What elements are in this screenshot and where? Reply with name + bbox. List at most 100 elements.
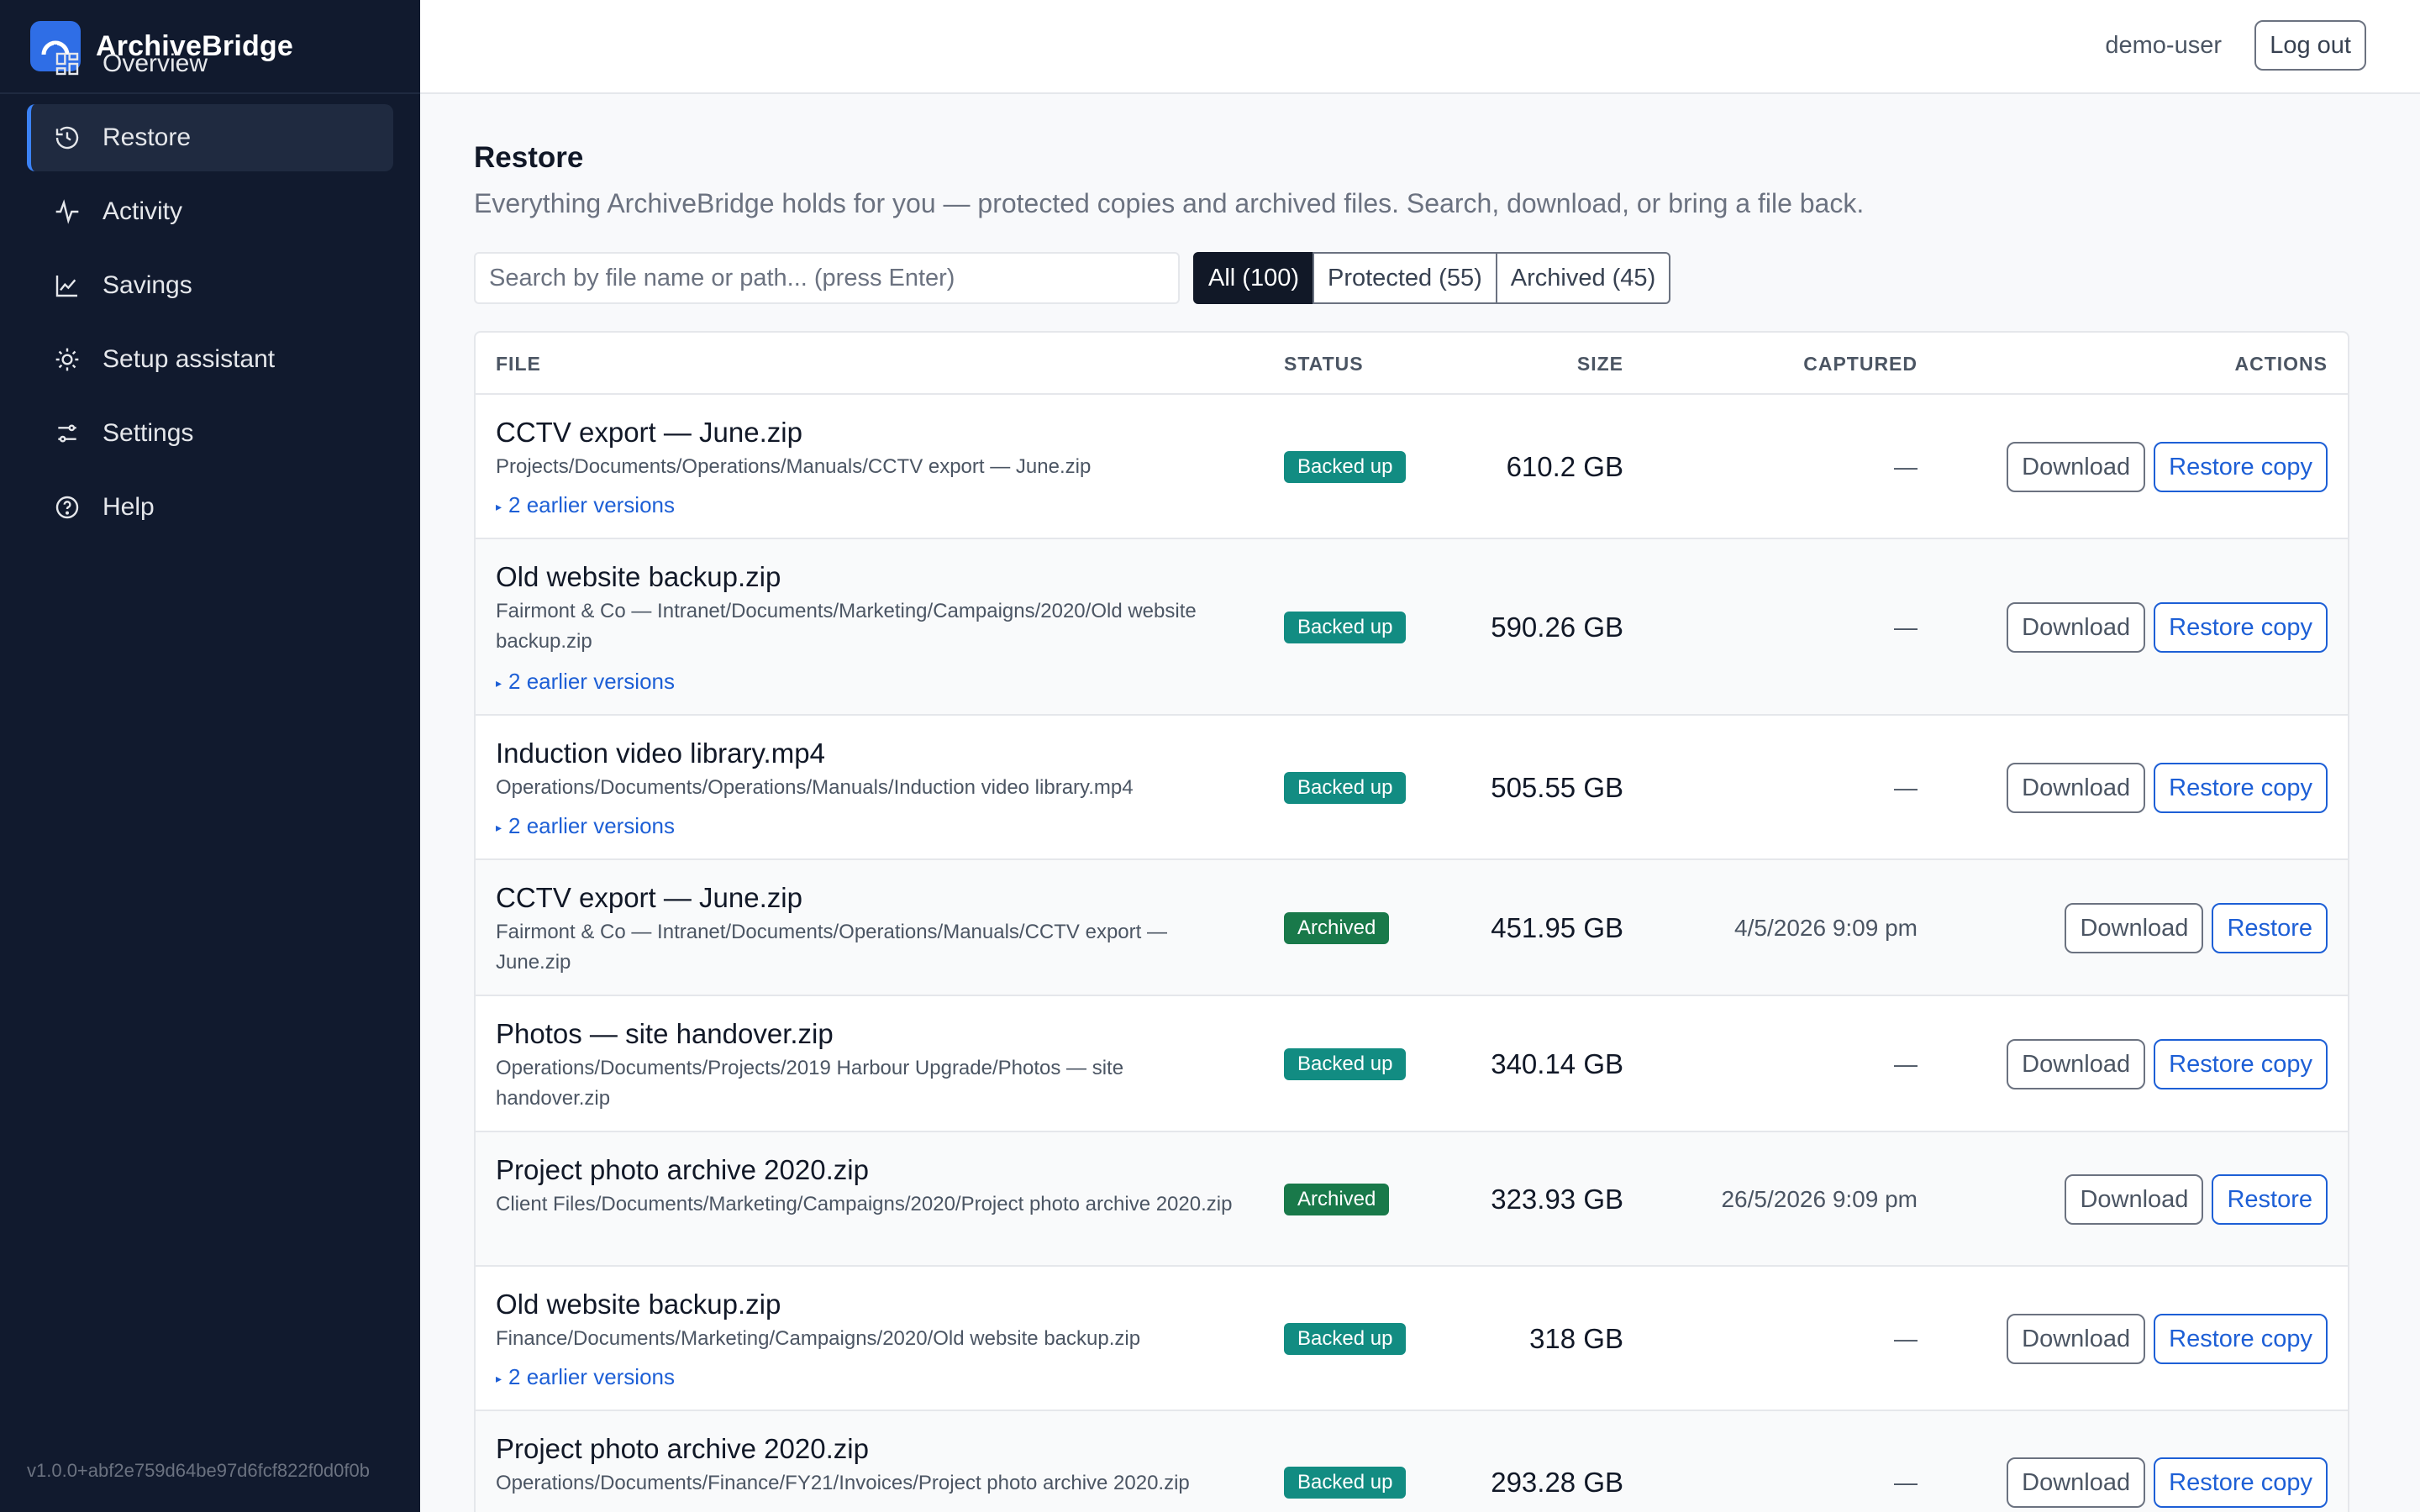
disclosure-triangle-icon: ▸ xyxy=(496,499,502,513)
file-name: CCTV export — June.zip xyxy=(496,417,802,448)
earlier-versions-toggle[interactable]: ▸ 2 earlier versions xyxy=(496,813,675,839)
logout-button[interactable]: Log out xyxy=(2254,20,2366,71)
file-size: 590.26 GB xyxy=(1491,612,1623,643)
table-row: CCTV export — June.zip Projects/Documents… xyxy=(476,395,2348,539)
status-badge: Backed up xyxy=(1284,1323,1407,1355)
download-button[interactable]: Download xyxy=(2007,1314,2146,1364)
files-table: FILE STATUS SIZE CAPTURED ACTIONS CCTV e… xyxy=(474,331,2349,1512)
file-path: Operations/Documents/Operations/Manuals/… xyxy=(496,776,1134,799)
line-chart-icon xyxy=(52,270,82,301)
sidebar-item-settings[interactable]: Settings xyxy=(27,400,393,467)
sidebar-item-label: Overview xyxy=(103,50,208,77)
captured-time: 4/5/2026 9:09 pm xyxy=(1734,915,1918,941)
sidebar-item-setup-assistant[interactable]: Setup assistant xyxy=(27,326,393,393)
status-badge: Archived xyxy=(1284,912,1390,944)
row-actions: Download Restore copy xyxy=(2007,1039,2328,1089)
download-button[interactable]: Download xyxy=(2065,903,2204,953)
sidebar-item-help[interactable]: Help xyxy=(27,474,393,541)
sidebar-item-savings[interactable]: Savings xyxy=(27,252,393,319)
captured-time: — xyxy=(1894,774,1918,801)
file-path: Client Files/Documents/Marketing/Campaig… xyxy=(496,1193,1233,1215)
filter-protected-button[interactable]: Protected (55) xyxy=(1313,252,1497,304)
earlier-versions-toggle[interactable]: ▸ 2 earlier versions xyxy=(496,669,675,695)
captured-time: 26/5/2026 9:09 pm xyxy=(1721,1186,1918,1212)
row-actions: Download Restore xyxy=(2065,1174,2328,1225)
restore-copy-button[interactable]: Restore copy xyxy=(2154,1457,2328,1508)
download-button[interactable]: Download xyxy=(2007,763,2146,813)
earlier-versions-label: 2 earlier versions xyxy=(508,813,676,838)
download-button[interactable]: Download xyxy=(2007,1457,2146,1508)
file-path: Operations/Documents/Projects/2019 Harbo… xyxy=(496,1057,1124,1110)
earlier-versions-toggle[interactable]: ▸ 2 earlier versions xyxy=(496,1364,675,1390)
row-actions: Download Restore xyxy=(2065,903,2328,953)
restore-copy-button[interactable]: Restore copy xyxy=(2154,602,2328,653)
file-name: Photos — site handover.zip xyxy=(496,1018,834,1049)
sidebar-item-label: Restore xyxy=(103,123,192,151)
sidebar-item-overview[interactable]: Overview xyxy=(27,30,393,97)
restore-button[interactable]: Restore xyxy=(2212,903,2328,953)
disclosure-triangle-icon: ▸ xyxy=(496,675,502,690)
download-button[interactable]: Download xyxy=(2007,1039,2146,1089)
filter-group: All (100) Protected (55) Archived (45) xyxy=(1193,252,1671,304)
filter-all-button[interactable]: All (100) xyxy=(1193,252,1314,304)
row-actions: Download Restore copy xyxy=(2007,1314,2328,1364)
earlier-versions-toggle[interactable]: ▸ 2 earlier versions xyxy=(496,492,675,518)
restore-copy-button[interactable]: Restore copy xyxy=(2154,1039,2328,1089)
download-button[interactable]: Download xyxy=(2007,602,2146,653)
header-size[interactable]: SIZE xyxy=(1577,353,1623,375)
file-name: Induction video library.mp4 xyxy=(496,738,825,769)
status-badge: Backed up xyxy=(1284,1467,1407,1499)
restore-copy-button[interactable]: Restore copy xyxy=(2154,442,2328,492)
table-row: Project photo archive 2020.zip Operations… xyxy=(476,1411,2348,1512)
table-row: Old website backup.zip Finance/Documents/… xyxy=(476,1267,2348,1411)
row-actions: Download Restore copy xyxy=(2007,602,2328,653)
history-icon xyxy=(52,123,82,153)
file-size: 340.14 GB xyxy=(1491,1048,1623,1079)
sidebar-item-restore[interactable]: Restore xyxy=(27,104,393,171)
file-size: 610.2 GB xyxy=(1506,451,1623,482)
restore-copy-button[interactable]: Restore copy xyxy=(2154,763,2328,813)
table-row: Project photo archive 2020.zip Client Fil… xyxy=(476,1132,2348,1267)
captured-time: — xyxy=(1894,614,1918,640)
file-size: 318 GB xyxy=(1529,1323,1623,1354)
status-badge: Backed up xyxy=(1284,612,1407,643)
restore-copy-button[interactable]: Restore copy xyxy=(2154,1314,2328,1364)
topbar: demo-user Log out xyxy=(420,0,2420,94)
username: demo-user xyxy=(2105,32,2222,59)
row-actions: Download Restore copy xyxy=(2007,442,2328,492)
file-name: Old website backup.zip xyxy=(496,561,781,592)
captured-time: — xyxy=(1894,1326,1918,1352)
table-row: CCTV export — June.zip Fairmont & Co — In… xyxy=(476,860,2348,996)
captured-time: — xyxy=(1894,1469,1918,1495)
header-status[interactable]: STATUS xyxy=(1284,353,1364,375)
sidebar-item-activity[interactable]: Activity xyxy=(27,178,393,245)
help-circle-icon xyxy=(52,492,82,522)
header-file[interactable]: FILE xyxy=(496,353,541,375)
download-button[interactable]: Download xyxy=(2007,442,2146,492)
version-string: v1.0.0+abf2e759d64be97d6fcf822f0d0f0b xyxy=(27,1460,370,1481)
sidebar-item-label: Savings xyxy=(103,271,192,299)
page-title: Restore xyxy=(474,141,584,174)
earlier-versions-label: 2 earlier versions xyxy=(508,1364,676,1389)
sidebar-item-label: Setup assistant xyxy=(103,345,276,373)
filter-archived-button[interactable]: Archived (45) xyxy=(1495,252,1671,304)
sun-gear-icon xyxy=(52,344,82,375)
sidebar-item-label: Settings xyxy=(103,419,194,447)
header-actions: ACTIONS xyxy=(2234,353,2328,375)
file-size: 293.28 GB xyxy=(1491,1467,1623,1498)
page-subtitle: Everything ArchiveBridge holds for you —… xyxy=(474,188,1865,218)
status-badge: Backed up xyxy=(1284,1048,1407,1080)
search-input[interactable] xyxy=(474,252,1180,304)
restore-button[interactable]: Restore xyxy=(2212,1174,2328,1225)
file-size: 323.93 GB xyxy=(1491,1184,1623,1215)
sidebar: ArchiveBridge Overview Restore Activity Sav… xyxy=(0,0,420,1512)
file-path: Fairmont & Co — Intranet/Documents/Opera… xyxy=(496,921,1167,974)
disclosure-triangle-icon: ▸ xyxy=(496,1371,502,1385)
table-row: Photos — site handover.zip Operations/Doc… xyxy=(476,996,2348,1132)
status-badge: Backed up xyxy=(1284,451,1407,483)
file-name: CCTV export — June.zip xyxy=(496,882,802,913)
download-button[interactable]: Download xyxy=(2065,1174,2204,1225)
sidebar-item-label: Help xyxy=(103,493,155,521)
file-path: Fairmont & Co — Intranet/Documents/Marke… xyxy=(496,600,1197,653)
header-captured[interactable]: CAPTURED xyxy=(1803,353,1918,375)
